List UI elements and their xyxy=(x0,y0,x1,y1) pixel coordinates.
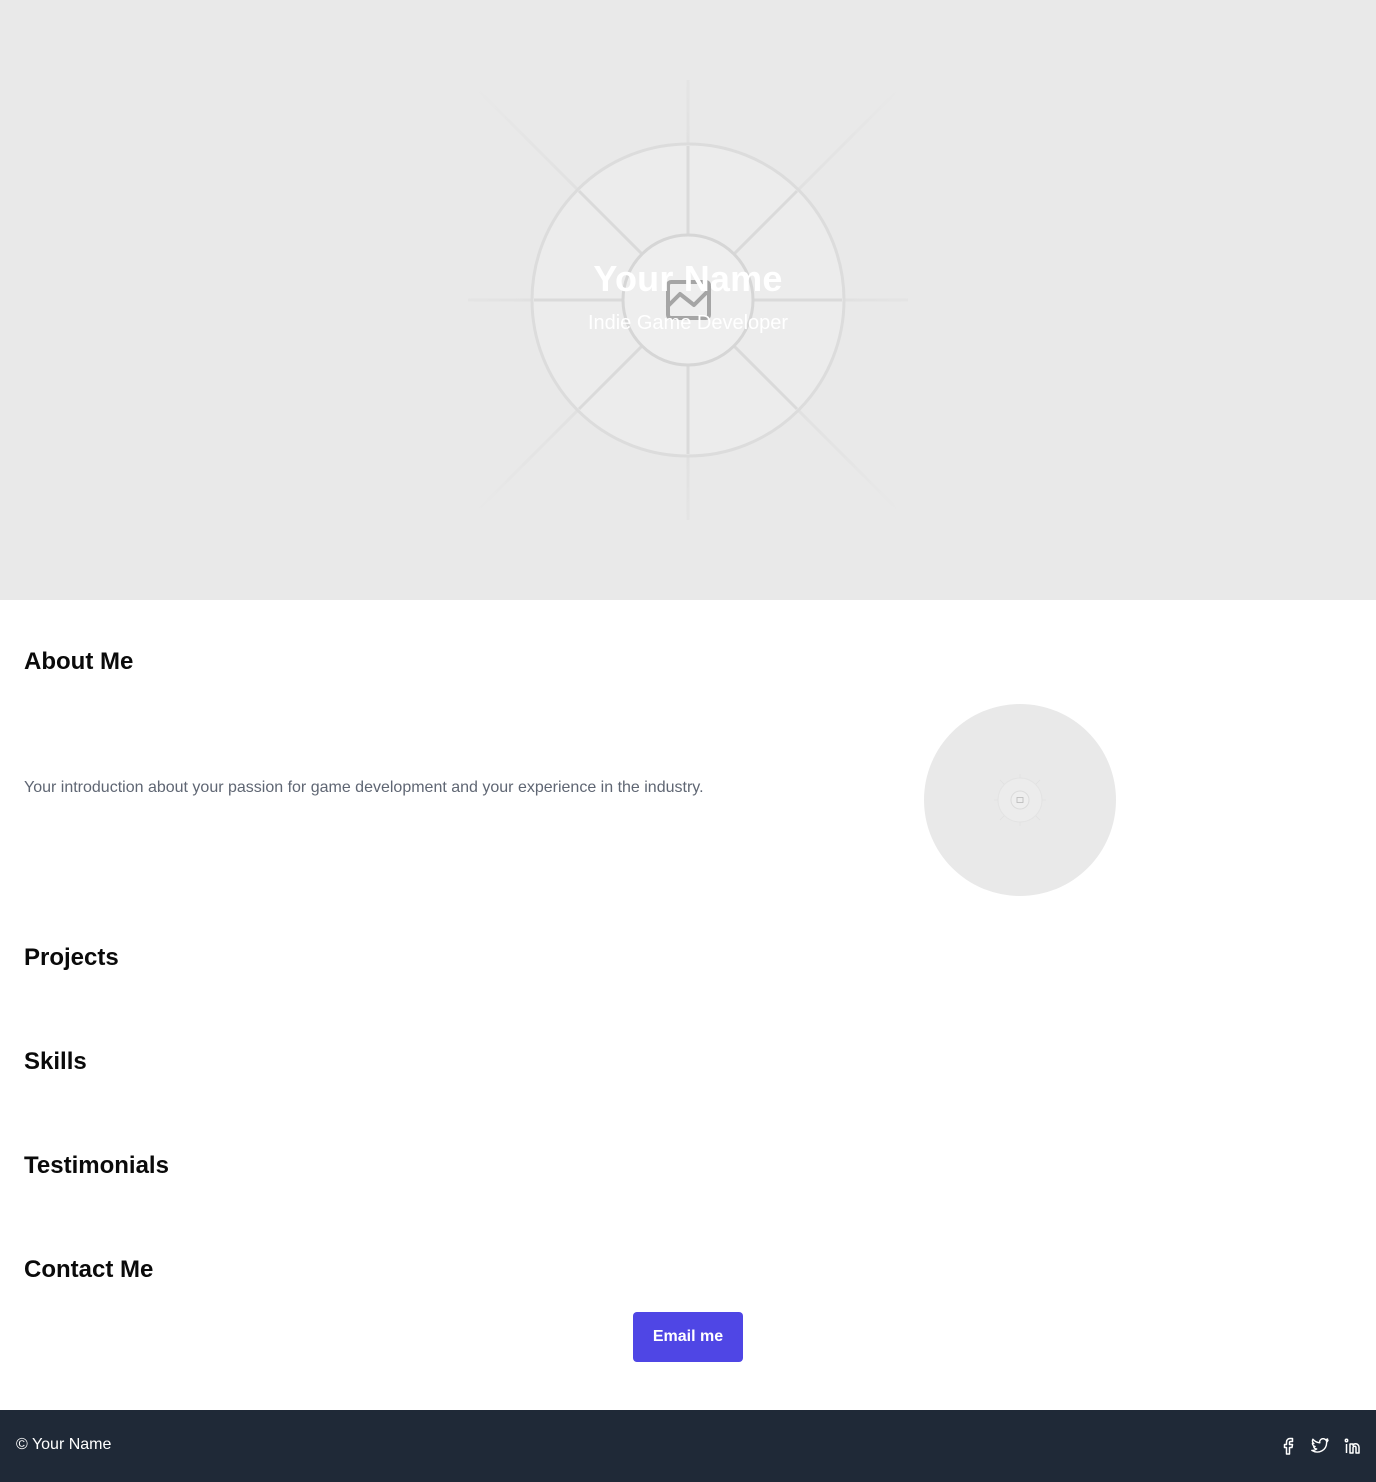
footer: © Your Name xyxy=(0,1410,1376,1482)
about-heading: About Me xyxy=(24,648,134,675)
skills-heading: Skills xyxy=(24,1048,87,1075)
image-placeholder-icon xyxy=(994,774,1046,826)
contact-heading: Contact Me xyxy=(24,1256,154,1283)
image-placeholder-icon xyxy=(468,80,908,520)
footer-copyright: © Your Name xyxy=(16,1436,112,1453)
linkedin-icon[interactable] xyxy=(1342,1436,1362,1456)
projects-heading: Projects xyxy=(24,944,119,971)
twitter-icon[interactable] xyxy=(1310,1436,1330,1456)
facebook-icon[interactable] xyxy=(1278,1436,1298,1456)
email-me-button[interactable]: Email me xyxy=(633,1312,743,1362)
about-text: Your introduction about your passion for… xyxy=(24,779,704,796)
about-image xyxy=(924,704,1116,896)
hero-banner: Your Name Indie Game Developer xyxy=(0,0,1376,600)
hero-subtitle: Indie Game Developer xyxy=(587,312,789,334)
testimonials-heading: Testimonials xyxy=(24,1152,169,1179)
hero-title: Your Name xyxy=(593,258,783,299)
